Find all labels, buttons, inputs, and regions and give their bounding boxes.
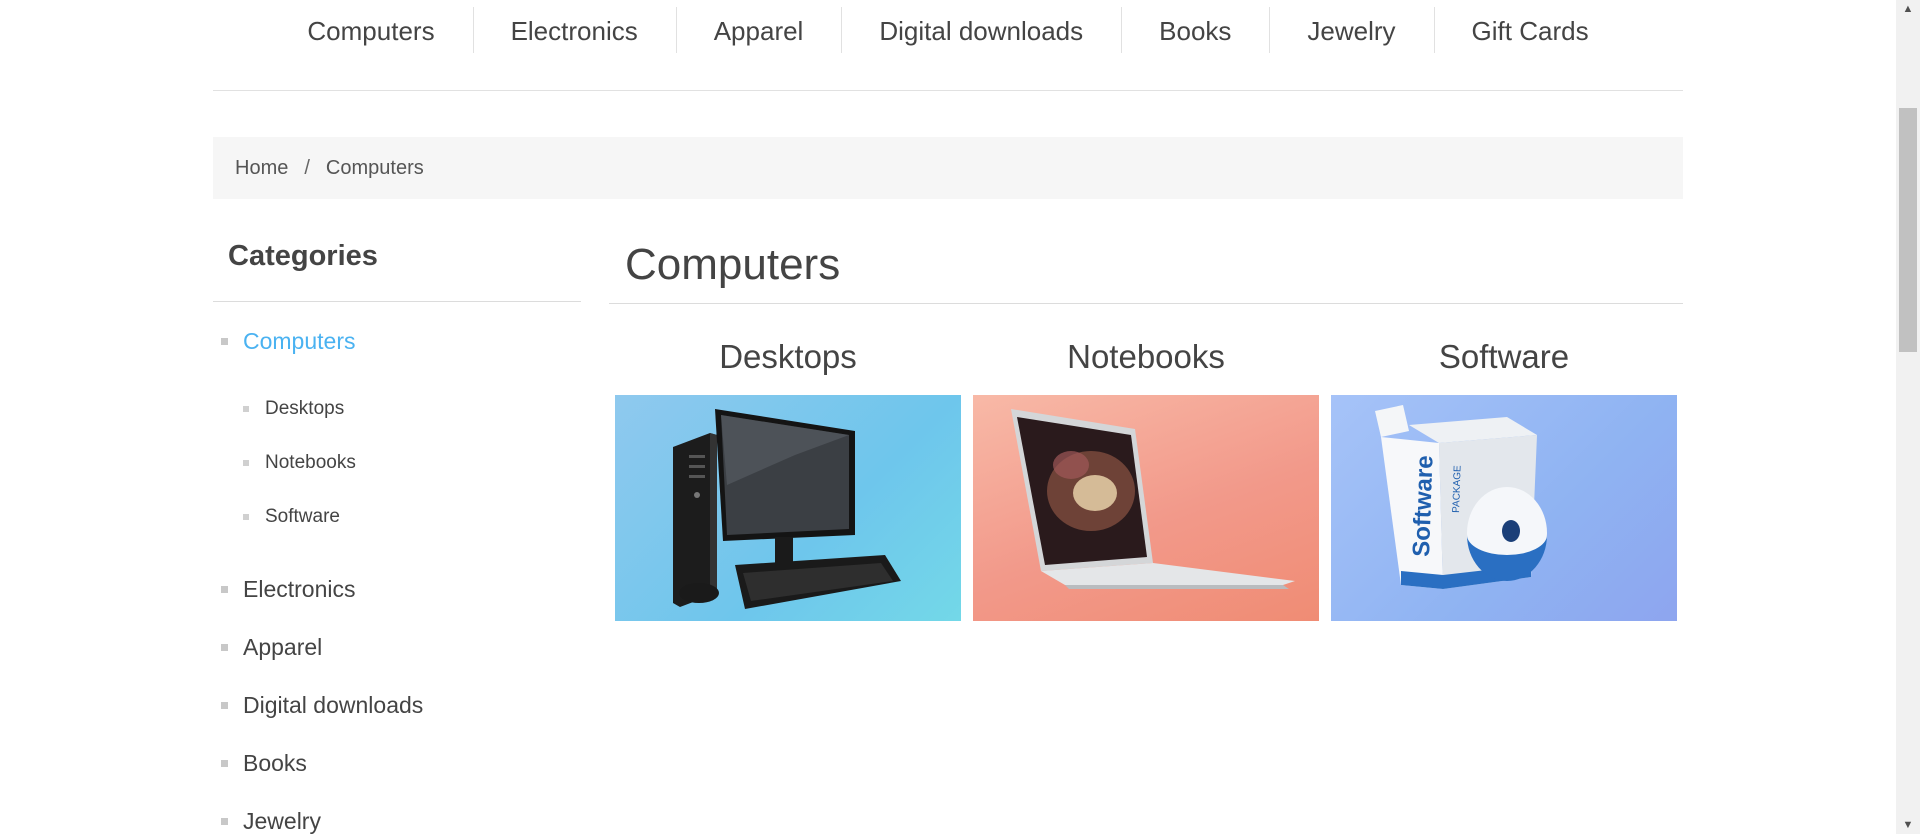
top-menu-item-digital-downloads[interactable]: Digital downloads	[841, 6, 1121, 53]
breadcrumb: Home / Computers	[213, 137, 1683, 199]
category-label: Jewelry	[243, 808, 321, 834]
top-menu-list: Computers Electronics Apparel Digital do…	[213, 0, 1683, 62]
subcategory-card-desktops: Desktops	[615, 338, 961, 621]
top-menu: Computers Electronics Apparel Digital do…	[213, 0, 1683, 91]
category-list: Computers Desktops Notebooks Software El…	[213, 324, 581, 834]
category-label: Digital downloads	[243, 692, 424, 718]
breadcrumb-current: Computers	[325, 156, 424, 179]
vertical-scrollbar[interactable]: ▲ ▼	[1896, 0, 1920, 834]
subcategory-card-title[interactable]: Software	[1331, 338, 1677, 395]
category-item-electronics[interactable]: Electronics	[213, 572, 581, 606]
main-content: Computers Desktops Notebooks Software So…	[609, 240, 1683, 621]
breadcrumb-separator: /	[304, 156, 310, 179]
subcategory-item-desktops[interactable]: Desktops	[213, 394, 581, 424]
software-box-image[interactable]: Software PACKAGE	[1331, 395, 1677, 621]
page-title: Computers	[609, 240, 1683, 304]
bullet-icon	[243, 514, 249, 520]
top-menu-item-apparel[interactable]: Apparel	[675, 6, 842, 53]
category-item-computers[interactable]: Computers	[213, 324, 581, 358]
categories-sidebar: Categories Computers Desktops Notebooks …	[213, 240, 581, 834]
subcategory-item-notebooks[interactable]: Notebooks	[213, 448, 581, 478]
subcategory-card-notebooks: Notebooks	[973, 338, 1319, 621]
bullet-icon	[243, 460, 249, 466]
top-menu-item-jewelry[interactable]: Jewelry	[1269, 6, 1433, 53]
svg-text:PACKAGE: PACKAGE	[1451, 465, 1464, 513]
bullet-icon	[221, 760, 228, 767]
top-menu-item-books[interactable]: Books	[1121, 6, 1269, 53]
top-menu-item-gift-cards[interactable]: Gift Cards	[1433, 6, 1627, 53]
category-item-apparel[interactable]: Apparel	[213, 630, 581, 664]
software-box-icon: Software PACKAGE	[1375, 405, 1547, 589]
scroll-up-arrow-icon[interactable]: ▲	[1896, 0, 1920, 18]
desktop-computer-icon	[673, 409, 901, 609]
laptop-image[interactable]	[973, 395, 1319, 621]
subcategory-label: Notebooks	[265, 452, 356, 473]
desktop-computer-image[interactable]	[615, 395, 961, 621]
bullet-icon	[221, 586, 228, 593]
bullet-icon	[243, 406, 249, 412]
subcategory-item-software[interactable]: Software	[213, 502, 581, 532]
category-item-jewelry[interactable]: Jewelry	[213, 804, 581, 834]
category-label: Apparel	[243, 634, 323, 660]
scrollbar-thumb[interactable]	[1899, 108, 1917, 352]
category-item-digital-downloads[interactable]: Digital downloads	[213, 688, 581, 722]
category-label: Computers	[243, 328, 356, 354]
subcategory-grid: Desktops Notebooks Software Software PAC…	[615, 338, 1677, 621]
category-label: Books	[243, 750, 307, 776]
breadcrumb-home-link[interactable]: Home	[235, 157, 288, 180]
subcategory-card-title[interactable]: Notebooks	[973, 338, 1319, 395]
sidebar-title: Categories	[213, 240, 581, 302]
bullet-icon	[221, 702, 228, 709]
top-menu-item-electronics[interactable]: Electronics	[472, 6, 676, 53]
top-menu-item-computers[interactable]: Computers	[269, 16, 472, 47]
bullet-icon	[221, 818, 228, 825]
laptop-icon	[1011, 409, 1295, 589]
bullet-icon	[221, 338, 228, 345]
category-label: Electronics	[243, 576, 356, 602]
subcategory-label: Software	[265, 506, 340, 527]
category-item-books[interactable]: Books	[213, 746, 581, 780]
bullet-icon	[221, 644, 228, 651]
subcategory-card-software: Software Software PACKAGE	[1331, 338, 1677, 621]
subcategory-label: Desktops	[265, 398, 345, 419]
subcategory-card-title[interactable]: Desktops	[615, 338, 961, 395]
scroll-down-arrow-icon[interactable]: ▼	[1896, 816, 1920, 834]
svg-text:Software: Software	[1408, 455, 1439, 557]
page: Computers Electronics Apparel Digital do…	[0, 0, 1896, 834]
